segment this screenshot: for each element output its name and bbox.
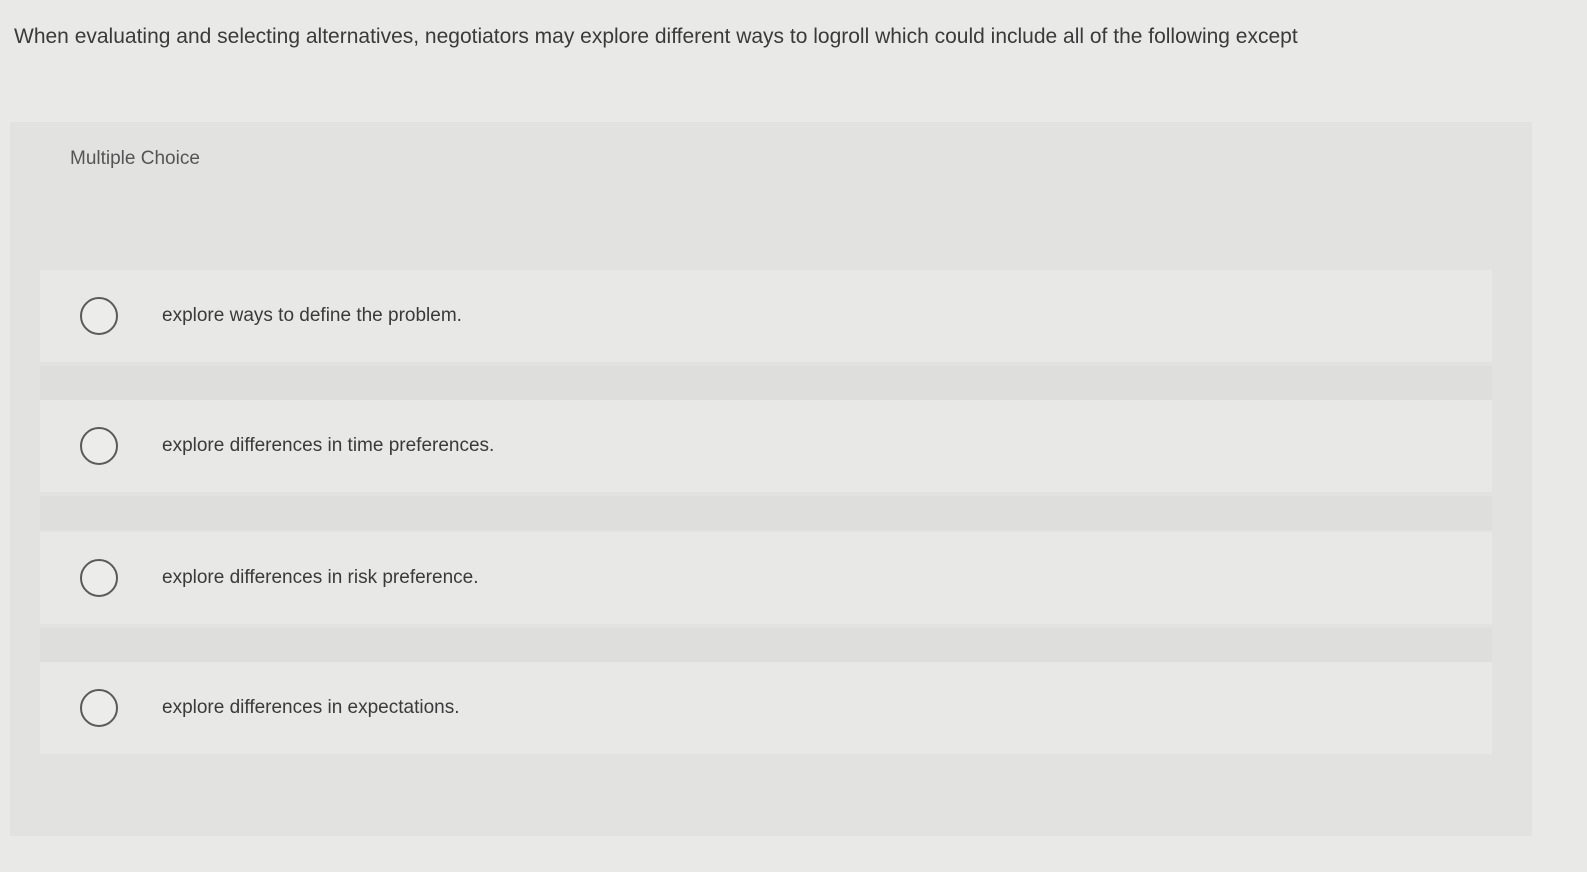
answer-option-label: explore ways to define the problem. xyxy=(162,305,462,326)
question-text: When evaluating and selecting alternativ… xyxy=(14,25,1298,48)
question-type-label: Multiple Choice xyxy=(70,148,200,169)
radio-button[interactable] xyxy=(80,427,118,465)
option-divider xyxy=(40,366,1492,400)
answer-option-4[interactable]: explore differences in expectations. xyxy=(40,662,1492,754)
answer-option-label: explore differences in risk preference. xyxy=(162,567,479,588)
answer-option-label: explore differences in expectations. xyxy=(162,697,460,718)
option-divider xyxy=(40,628,1492,662)
radio-button[interactable] xyxy=(80,689,118,727)
multiple-choice-panel: Multiple Choice explore ways to define t… xyxy=(10,122,1532,836)
answer-option-1[interactable]: explore ways to define the problem. xyxy=(40,270,1492,362)
radio-button[interactable] xyxy=(80,297,118,335)
answer-option-2[interactable]: explore differences in time preferences. xyxy=(40,400,1492,492)
answer-option-label: explore differences in time preferences. xyxy=(162,435,495,456)
radio-button[interactable] xyxy=(80,559,118,597)
option-divider xyxy=(40,496,1492,530)
answer-option-3[interactable]: explore differences in risk preference. xyxy=(40,532,1492,624)
